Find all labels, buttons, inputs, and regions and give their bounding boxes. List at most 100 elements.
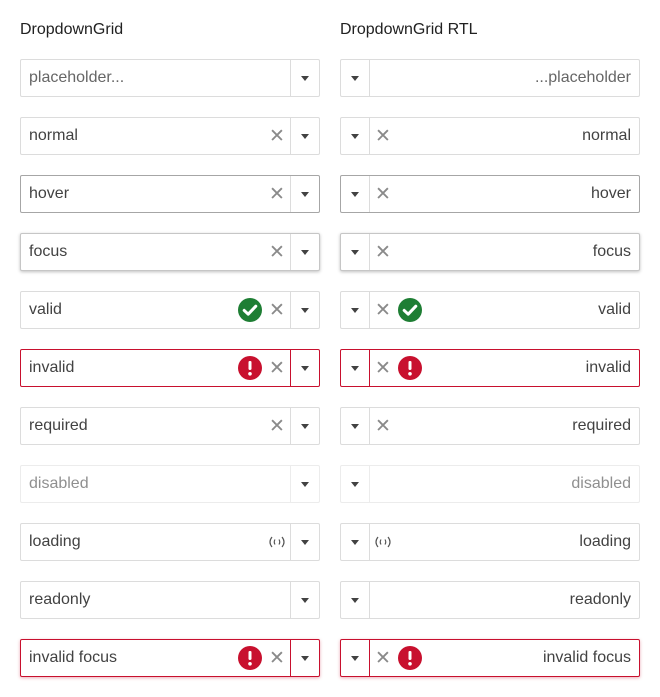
toggle-button <box>290 466 319 502</box>
dropdown-addons: ✕ <box>264 176 290 212</box>
rtl-dropdown-readonly: readonly <box>340 581 640 619</box>
dropdown-addons: ✕ <box>236 640 290 676</box>
caret-down-icon <box>301 481 309 487</box>
caret-down-icon <box>351 133 359 139</box>
clear-icon[interactable]: ✕ <box>264 181 290 207</box>
dropdown-value: invalid <box>29 359 75 376</box>
caret-down-icon <box>301 133 309 139</box>
rtl-dropdown-invalid-focus[interactable]: ✕ invalid focus <box>340 639 640 677</box>
toggle-button[interactable] <box>290 118 319 154</box>
rtl-toggle-button[interactable] <box>341 176 370 212</box>
dropdown-addons: ✕ <box>264 234 290 270</box>
rtl-toggle-button[interactable] <box>341 524 370 560</box>
toggle-button[interactable] <box>290 292 319 328</box>
dropdown-value: focus <box>29 243 68 260</box>
dropdown-value: readonly <box>29 591 91 608</box>
toggle-button[interactable] <box>290 350 319 386</box>
clear-icon[interactable]: ✕ <box>370 645 396 671</box>
dropdown-value: hover <box>29 185 70 202</box>
clear-icon[interactable]: ✕ <box>370 239 396 265</box>
rtl-dropdown-addons: ✕ <box>370 408 396 444</box>
rtl-dropdown-value: ...placeholder <box>534 69 631 86</box>
invalid-exclamation-icon <box>237 355 263 381</box>
caret-down-icon <box>351 481 359 487</box>
dropdown-hover[interactable]: hover ✕ <box>20 175 320 213</box>
dropdown-value: valid <box>29 301 62 318</box>
toggle-button[interactable] <box>290 176 319 212</box>
rtl-dropdown-normal[interactable]: ✕ normal <box>340 117 640 155</box>
rtl-toggle-button[interactable] <box>341 292 370 328</box>
rtl-dropdown-required[interactable]: ✕ required <box>340 407 640 445</box>
ltr-column-title: DropdownGrid <box>20 21 124 38</box>
caret-down-icon <box>351 655 359 661</box>
dropdown-normal[interactable]: normal ✕ <box>20 117 320 155</box>
dropdown-value: required <box>29 417 88 434</box>
rtl-dropdown-valid[interactable]: ✕ valid <box>340 291 640 329</box>
clear-icon[interactable]: ✕ <box>264 355 290 381</box>
rtl-dropdown-placeholder[interactable]: ...placeholder <box>340 59 640 97</box>
toggle-button[interactable] <box>290 524 319 560</box>
rtl-dropdown-focus[interactable]: ✕ focus <box>340 233 640 271</box>
toggle-button[interactable] <box>290 408 319 444</box>
clear-icon[interactable]: ✕ <box>264 239 290 265</box>
dropdown-readonly: readonly <box>20 581 320 619</box>
caret-down-icon <box>301 75 309 81</box>
clear-icon[interactable]: ✕ <box>264 123 290 149</box>
rtl-dropdown-hover[interactable]: ✕ hover <box>340 175 640 213</box>
dropdown-disabled: disabled <box>20 465 320 503</box>
clear-icon[interactable]: ✕ <box>264 413 290 439</box>
rtl-dropdown-invalid[interactable]: ✕ invalid <box>340 349 640 387</box>
caret-down-icon <box>351 75 359 81</box>
rtl-dropdown-addons: ✕ <box>370 234 396 270</box>
dropdown-placeholder[interactable]: placeholder... <box>20 59 320 97</box>
valid-check-icon <box>237 297 263 323</box>
rtl-dropdown-value: invalid focus <box>542 649 631 666</box>
dropdown-required[interactable]: required ✕ <box>20 407 320 445</box>
dropdown-loading[interactable]: loading <box>20 523 320 561</box>
rtl-toggle-button[interactable] <box>341 234 370 270</box>
clear-icon[interactable]: ✕ <box>370 413 396 439</box>
dropdown-valid[interactable]: valid ✕ <box>20 291 320 329</box>
rtl-dropdown-addons: ✕ <box>370 640 424 676</box>
toggle-button[interactable] <box>290 234 319 270</box>
loading-spinner-icon <box>370 529 396 555</box>
clear-icon[interactable]: ✕ <box>264 645 290 671</box>
caret-down-icon <box>301 191 309 197</box>
caret-down-icon <box>301 423 309 429</box>
toggle-button[interactable] <box>290 60 319 96</box>
rtl-toggle-button[interactable] <box>341 408 370 444</box>
dropdown-value: loading <box>29 533 81 550</box>
dropdown-focus[interactable]: focus ✕ <box>20 233 320 271</box>
rtl-dropdown-value: readonly <box>569 591 631 608</box>
dropdown-addons: ✕ <box>264 408 290 444</box>
invalid-exclamation-icon <box>237 645 263 671</box>
rtl-toggle-button[interactable] <box>341 350 370 386</box>
caret-down-icon <box>351 539 359 545</box>
caret-down-icon <box>301 365 309 371</box>
rtl-toggle-button <box>341 582 370 618</box>
rtl-toggle-button[interactable] <box>341 118 370 154</box>
clear-icon[interactable]: ✕ <box>264 297 290 323</box>
rtl-dropdown-addons <box>370 524 396 560</box>
dropdown-value: invalid focus <box>29 649 118 666</box>
dropdown-addons: ✕ <box>236 350 290 386</box>
dropdown-invalid-focus[interactable]: invalid focus ✕ <box>20 639 320 677</box>
valid-check-icon <box>397 297 423 323</box>
dropdown-invalid[interactable]: invalid ✕ <box>20 349 320 387</box>
clear-icon[interactable]: ✕ <box>370 297 396 323</box>
rtl-dropdown-value: invalid <box>585 359 631 376</box>
rtl-dropdown-loading[interactable]: loading <box>340 523 640 561</box>
caret-down-icon <box>301 307 309 313</box>
rtl-dropdown-value: normal <box>582 127 631 144</box>
dropdown-value: normal <box>29 127 78 144</box>
toggle-button[interactable] <box>290 640 319 676</box>
rtl-toggle-button <box>341 466 370 502</box>
dropdown-addons: ✕ <box>236 292 290 328</box>
rtl-toggle-button[interactable] <box>341 640 370 676</box>
clear-icon[interactable]: ✕ <box>370 355 396 381</box>
dropdown-addons: ✕ <box>264 118 290 154</box>
clear-icon[interactable]: ✕ <box>370 123 396 149</box>
rtl-toggle-button[interactable] <box>341 60 370 96</box>
rtl-dropdown-value: focus <box>592 243 631 260</box>
clear-icon[interactable]: ✕ <box>370 181 396 207</box>
